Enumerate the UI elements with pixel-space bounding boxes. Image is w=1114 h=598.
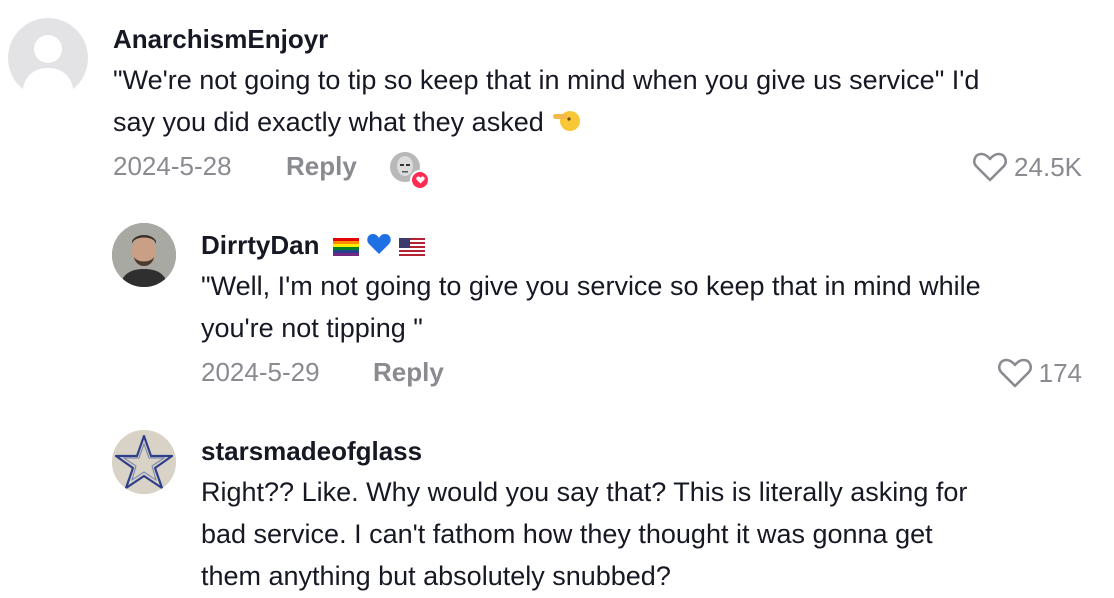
comment-text-line: Right?? Like. Why would you say that? Th…: [201, 477, 968, 507]
username[interactable]: AnarchismEnjoyr: [113, 24, 328, 55]
comment-text: "We're not going to tip so keep that in …: [113, 59, 1093, 145]
pointing-emoji-icon: [551, 103, 581, 145]
comment-text-line: them anything but absolutely snubbed?: [201, 561, 671, 591]
comment-text-line: you're not tipping ": [201, 313, 423, 343]
comment-text-line: "Well, I'm not going to give you service…: [201, 271, 981, 301]
like-button[interactable]: 24.5K: [972, 151, 1082, 183]
comment-text-line: bad service. I can't fathom how they tho…: [201, 519, 933, 549]
comment-date: 2024-5-28: [113, 151, 232, 181]
reply-button[interactable]: Reply: [286, 151, 357, 182]
default-avatar-icon: [22, 35, 74, 98]
us-flag-icon: [399, 232, 426, 263]
heart-badge-icon: [410, 170, 430, 190]
heart-outline-icon: [997, 358, 1032, 388]
user-photo-icon: [112, 223, 176, 287]
like-count: 174: [1038, 357, 1082, 388]
avatar[interactable]: [112, 430, 176, 494]
username-row: DirrtyDan: [201, 230, 426, 263]
avatar[interactable]: [8, 18, 88, 98]
blue-heart-icon: [366, 232, 392, 263]
username[interactable]: starsmadeofglass: [201, 436, 422, 467]
username[interactable]: DirrtyDan: [201, 230, 319, 260]
reply-button[interactable]: Reply: [373, 357, 444, 388]
comment-text: Right?? Like. Why would you say that? Th…: [201, 471, 1091, 597]
creator-liked-badge: [390, 152, 430, 190]
star-avatar-icon: [112, 430, 176, 494]
comment-text: "Well, I'm not going to give you service…: [201, 265, 1091, 349]
like-count: 24.5K: [1014, 151, 1082, 182]
rainbow-flag-icon: [332, 232, 359, 263]
comment-text-line: say you did exactly what they asked: [113, 107, 544, 137]
avatar[interactable]: [112, 223, 176, 287]
like-button[interactable]: 174: [997, 357, 1082, 389]
comment-date: 2024-5-29: [201, 357, 320, 387]
heart-outline-icon: [973, 152, 1008, 182]
comment-text-line-2: say you did exactly what they asked: [113, 101, 1093, 145]
comment-text-line: "We're not going to tip so keep that in …: [113, 65, 980, 95]
